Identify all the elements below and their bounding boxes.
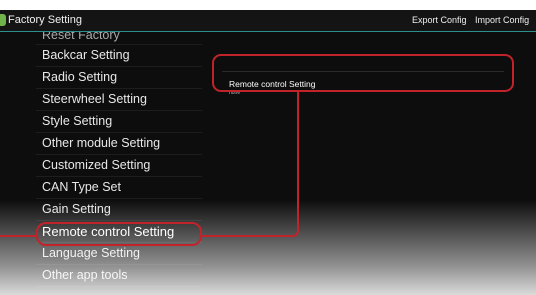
callout-connector-line — [0, 92, 299, 237]
